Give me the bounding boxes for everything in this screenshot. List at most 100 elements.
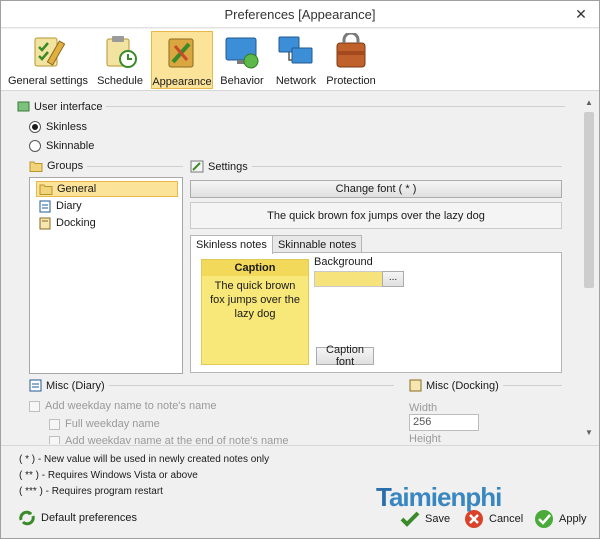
section-divider — [87, 165, 183, 167]
settings-section: Settings — [190, 160, 562, 173]
tab-network-label: Network — [275, 75, 317, 87]
footer: ( * ) - New value will be used in newly … — [1, 445, 599, 538]
title-bar: Preferences [Appearance] ✕ — [1, 1, 599, 28]
folder-open-icon — [39, 184, 53, 195]
tab-general-settings-label: General settings — [7, 75, 89, 87]
section-divider — [251, 166, 562, 167]
tab-behavior[interactable]: Behavior — [219, 31, 265, 89]
tab-general-settings[interactable]: General settings — [7, 31, 89, 89]
caption-font-button[interactable]: Caption font — [316, 344, 374, 368]
groups-section: Groups — [29, 160, 183, 172]
tab-schedule-label: Schedule — [97, 75, 143, 87]
close-icon: ✕ — [575, 5, 587, 22]
checkbox-label: Full weekday name — [65, 418, 160, 430]
legend-line-3: ( *** ) - Requires program restart — [19, 486, 163, 497]
tab-protection[interactable]: Protection — [326, 31, 376, 89]
skinless-radio-dot — [29, 121, 41, 133]
height-label: Height — [409, 433, 441, 444]
network-icon — [278, 36, 313, 64]
user-interface-section: User interface — [17, 100, 565, 113]
user-interface-icon — [17, 101, 30, 112]
window-title: Preferences [Appearance] — [224, 7, 376, 22]
apply-label: Apply — [559, 513, 587, 525]
note-preview: Caption The quick brown fox jumps over t… — [201, 259, 309, 365]
section-divider — [108, 385, 394, 386]
skinnable-radio[interactable]: Skinnable — [29, 140, 94, 152]
tree-item-general[interactable]: General — [36, 181, 178, 197]
skinless-radio[interactable]: Skinless — [29, 121, 87, 133]
tree-item-label: General — [57, 183, 97, 195]
docking-misc-icon — [409, 379, 422, 392]
tree-item-diary[interactable]: Diary — [38, 198, 82, 214]
width-label: Width — [409, 402, 438, 414]
tab-protection-label: Protection — [326, 75, 376, 87]
category-toolbar: General settings Schedule Appearance Beh… — [1, 29, 599, 91]
settings-icon — [190, 160, 204, 173]
tab-schedule[interactable]: Schedule — [97, 31, 143, 89]
tab-appearance-label: Appearance — [152, 76, 212, 88]
scroll-down-icon[interactable]: ▼ — [582, 426, 596, 440]
section-divider — [106, 106, 565, 107]
diary-icon — [39, 200, 51, 212]
save-label: Save — [425, 513, 451, 525]
skinnable-radio-dot — [29, 140, 41, 152]
notes-tabs: Skinless notes Skinnable notes — [190, 235, 363, 254]
groups-header: Groups — [47, 160, 84, 172]
apply-icon — [535, 510, 553, 528]
skinnable-label: Skinnable — [46, 140, 95, 152]
note-body: The quick brown fox jumps over the lazy … — [210, 280, 300, 320]
tree-item-docking[interactable]: Docking — [38, 215, 96, 231]
settings-header: Settings — [208, 160, 248, 173]
misc-diary-section: Misc (Diary) — [29, 379, 394, 392]
vertical-scrollbar[interactable]: ▲ ▼ — [582, 96, 596, 440]
misc-docking-section: Misc (Docking) — [409, 379, 562, 392]
misc-diary-header: Misc (Diary) — [46, 379, 105, 392]
checkbox-box — [29, 400, 40, 412]
checkbox-box — [49, 418, 60, 430]
preferences-window: Preferences [Appearance] ✕ General setti… — [0, 0, 600, 539]
scroll-up-icon[interactable]: ▲ — [582, 96, 596, 110]
folder-icon — [29, 161, 43, 172]
groups-tree[interactable]: General Diary Docking — [29, 177, 183, 374]
appearance-icon — [168, 38, 194, 68]
font-preview: The quick brown fox jumps over the lazy … — [190, 202, 562, 229]
change-font-button[interactable]: Change font ( * ) — [190, 180, 562, 198]
background-color-button[interactable]: ... — [382, 271, 404, 287]
behavior-icon — [225, 37, 259, 69]
docking-icon — [39, 217, 51, 229]
general-settings-icon — [34, 37, 66, 67]
section-divider — [502, 385, 562, 386]
tab-behavior-label: Behavior — [220, 75, 264, 87]
recycle-icon — [19, 510, 35, 526]
user-interface-header: User interface — [34, 100, 103, 113]
schedule-icon — [106, 36, 137, 68]
weekday-name-checkbox[interactable]: Add weekday name to note's name — [29, 400, 216, 412]
misc-docking-header: Misc (Docking) — [426, 379, 499, 392]
apply-button[interactable]: Apply — [533, 508, 587, 530]
checkbox-label: Add weekday name to note's name — [45, 400, 217, 412]
close-button[interactable]: ✕ — [569, 5, 593, 23]
skinless-notes-panel: Caption The quick brown fox jumps over t… — [190, 252, 562, 373]
protection-icon — [336, 33, 366, 68]
tab-skinless-notes[interactable]: Skinless notes — [190, 235, 273, 254]
cancel-label: Cancel — [489, 513, 524, 525]
checkbox-box — [49, 435, 60, 444]
legend-line-2: ( ** ) - Requires Windows Vista or above — [19, 470, 198, 481]
tab-skinnable-notes[interactable]: Skinnable notes — [271, 235, 363, 253]
watermark-logo: Taimienphi — [376, 482, 502, 512]
width-input[interactable]: 256 — [409, 414, 479, 431]
weekday-end-checkbox[interactable]: Add weekday name at the end of note's na… — [49, 435, 288, 444]
full-weekday-checkbox[interactable]: Full weekday name — [49, 418, 160, 430]
tab-network[interactable]: Network — [273, 31, 319, 89]
diary-misc-icon — [29, 379, 42, 392]
checkbox-label: Add weekday name at the end of note's na… — [65, 435, 289, 444]
tree-item-label: Docking — [56, 217, 96, 229]
appearance-panel: User interface Skinless Skinnable Groups — [1, 92, 599, 444]
skinless-label: Skinless — [46, 121, 87, 133]
scroll-thumb[interactable] — [584, 112, 594, 288]
note-caption: Caption — [202, 260, 308, 276]
default-preferences-button[interactable]: Default preferences — [17, 508, 137, 528]
tree-item-label: Diary — [56, 200, 82, 212]
tab-appearance[interactable]: Appearance — [151, 31, 213, 89]
default-preferences-label: Default preferences — [41, 512, 137, 524]
